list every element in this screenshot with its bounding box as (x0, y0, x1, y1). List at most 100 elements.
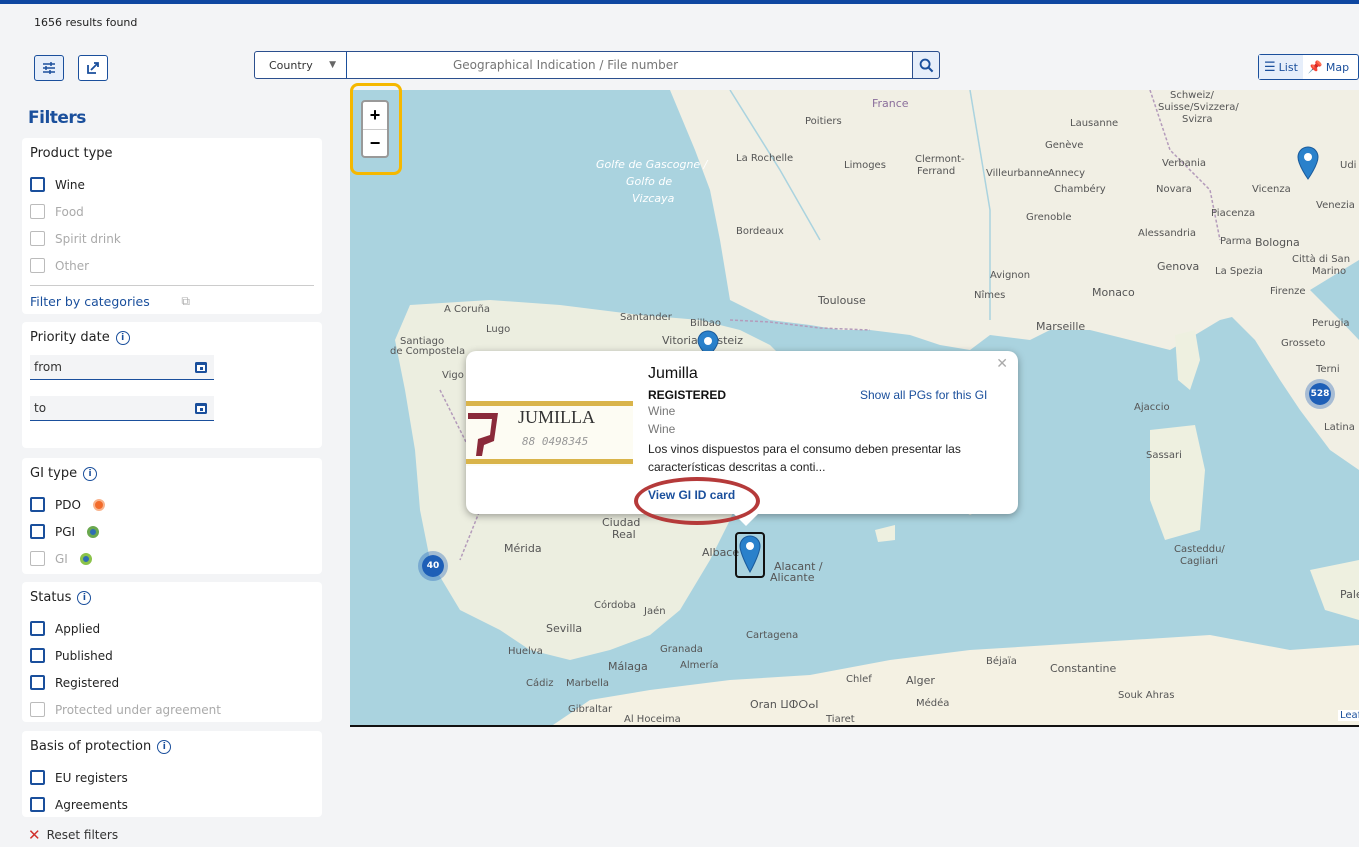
checkbox (30, 258, 45, 273)
filter-toggle-button[interactable] (34, 55, 64, 81)
map-label: Chambéry (1054, 184, 1106, 195)
option-agreements[interactable]: Agreements (30, 791, 314, 818)
map-view-button[interactable]: 📌 Map (1303, 55, 1354, 79)
map-label: Marino (1312, 266, 1347, 277)
option-applied[interactable]: Applied (30, 615, 314, 642)
calendar-icon[interactable] (194, 360, 208, 374)
date-to-label: to (34, 401, 47, 415)
option-label: PDO (55, 497, 81, 512)
country-select[interactable]: Country ▼ (255, 52, 347, 78)
selected-marker-icon[interactable] (735, 532, 765, 578)
map-label: Limoges (844, 160, 886, 171)
popup-description: Los vinos dispuestos para el consumo deb… (648, 442, 961, 474)
info-icon[interactable]: i (83, 466, 98, 481)
checkbox[interactable] (30, 524, 45, 539)
map-label: Vizcaya (632, 192, 675, 205)
checkbox[interactable] (30, 621, 45, 636)
search-button[interactable] (912, 51, 940, 79)
filter-by-categories-link[interactable]: Filter by categories ⧉ (30, 294, 190, 309)
map-label: Annecy (1048, 168, 1086, 179)
map-label: Suisse/Svizzera/ (1158, 102, 1239, 113)
map-label: Gibraltar (568, 704, 613, 715)
option-label: Spirit drink (55, 231, 121, 246)
option-label: EU registers (55, 770, 128, 785)
export-button[interactable] (78, 55, 108, 81)
map-label: Córdoba (594, 600, 636, 611)
option-pdo[interactable]: PDO (30, 491, 314, 518)
reset-filters-button[interactable]: ✕ Reset filters (28, 826, 118, 844)
option-label: Wine (55, 177, 85, 192)
gi-type-title: GI type (30, 466, 78, 481)
map-label: Marseille (1036, 320, 1086, 333)
map-label: La Spezia (1215, 266, 1263, 277)
map-label: Villeurbanne (986, 168, 1049, 179)
map-label: Golfo de (626, 175, 673, 188)
map-label: Vicenza (1252, 184, 1291, 195)
map-label: Novara (1156, 184, 1192, 195)
map-label: Terni (1316, 364, 1340, 375)
map-label: Pale (1340, 588, 1359, 601)
map-cluster-italy[interactable]: 528 (1305, 379, 1335, 409)
map-label: Parma (1220, 236, 1252, 247)
map-label: Alessandria (1138, 228, 1197, 239)
basis-title: Basis of protection (30, 739, 152, 754)
map-label: Oran ⵡⵀⵔⴰⵏ (750, 698, 819, 711)
date-to-field[interactable]: to (30, 396, 214, 421)
close-icon[interactable]: ✕ (996, 355, 1008, 372)
label-brand: JUMILLA (518, 407, 595, 427)
search-input[interactable] (347, 52, 912, 78)
checkbox[interactable] (30, 497, 45, 512)
date-from-label: from (34, 360, 62, 374)
option-wine[interactable]: Wine (30, 171, 314, 198)
map-label: Firenze (1270, 286, 1306, 297)
checkbox[interactable] (30, 675, 45, 690)
list-icon: ☰ (1264, 59, 1276, 75)
info-icon[interactable]: i (77, 590, 92, 605)
list-view-button[interactable]: ☰ List (1259, 55, 1303, 79)
map-label: Toulouse (818, 294, 866, 307)
checkbox[interactable] (30, 797, 45, 812)
checkbox[interactable] (30, 648, 45, 663)
popup-product-type: Wine (648, 404, 676, 418)
popup-category: Wine (648, 422, 676, 436)
show-all-pgs-link[interactable]: Show all PGs for this GI (860, 388, 987, 402)
option-label: Other (55, 258, 90, 273)
map-label: Piacenza (1211, 208, 1256, 219)
filters-sidebar: Filters Product type Wine Food Spirit dr… (0, 90, 350, 847)
option-published[interactable]: Published (30, 642, 314, 669)
zoom-out-button[interactable]: − (363, 129, 387, 156)
map-marker-icon[interactable] (1297, 146, 1319, 180)
map-label: Albace (702, 546, 740, 559)
map-label: La Rochelle (736, 153, 794, 164)
map-label: Poitiers (805, 116, 842, 127)
map-label: Cádiz (526, 678, 554, 689)
chevron-down-icon: ▼ (329, 60, 336, 70)
map-label: Souk Ahras (1118, 690, 1175, 701)
map-cluster-portugal[interactable]: 40 (418, 551, 448, 581)
option-registered[interactable]: Registered (30, 669, 314, 696)
pin-icon: 📌 (1307, 60, 1323, 74)
info-icon[interactable]: i (115, 330, 130, 345)
zoom-in-button[interactable]: + (363, 102, 387, 129)
product-type-card: Product type Wine Food Spirit drink Othe… (22, 138, 322, 314)
map-label: Latina (1324, 422, 1355, 433)
calendar-icon[interactable] (194, 401, 208, 415)
leaflet-attribution[interactable]: Leaf (1338, 710, 1359, 721)
date-from-field[interactable]: from (30, 355, 214, 380)
map-label: A Coruña (444, 304, 491, 315)
map-label: Casteddu/ (1174, 544, 1225, 555)
map-label: Genève (1045, 140, 1084, 151)
view-toggle: ☰ List 📌 Map (1258, 54, 1359, 80)
map-label: Avignon (990, 270, 1031, 281)
option-gi: GI (30, 545, 314, 572)
top-accent-bar (0, 0, 1359, 4)
categories-link-label: Filter by categories (30, 294, 150, 309)
map-label: Málaga (608, 660, 648, 673)
info-icon[interactable]: i (157, 739, 172, 754)
option-eu-registers[interactable]: EU registers (30, 764, 314, 791)
checkbox[interactable] (30, 177, 45, 192)
zoom-highlight: + − (350, 83, 402, 175)
checkbox[interactable] (30, 770, 45, 785)
checkbox (30, 702, 45, 717)
option-pgi[interactable]: PGI (30, 518, 314, 545)
